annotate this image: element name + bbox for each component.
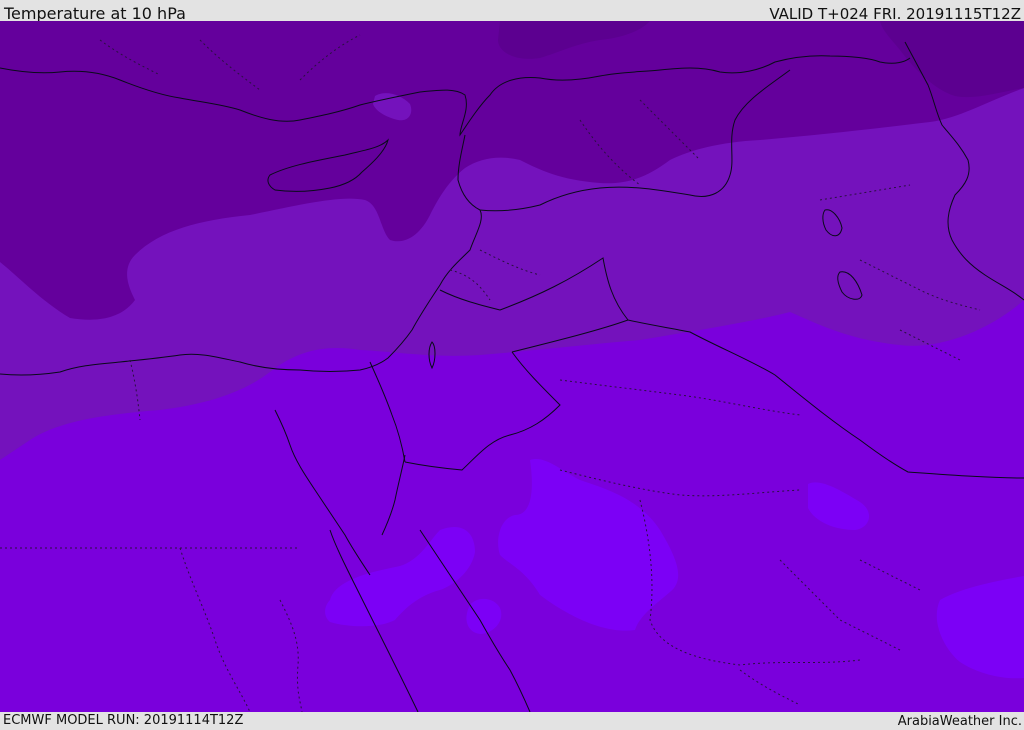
brand-credit: ArabiaWeather Inc.: [897, 714, 1022, 729]
map-area[interactable]: [0, 21, 1024, 712]
model-run: ECMWF MODEL RUN: 20191114T12Z: [3, 713, 244, 728]
header-bar: Temperature at 10 hPa VALID T+024 FRI. 2…: [0, 0, 1024, 23]
temperature-map: [0, 21, 1024, 712]
footer-bar: ECMWF MODEL RUN: 20191114T12Z ArabiaWeat…: [0, 712, 1024, 729]
